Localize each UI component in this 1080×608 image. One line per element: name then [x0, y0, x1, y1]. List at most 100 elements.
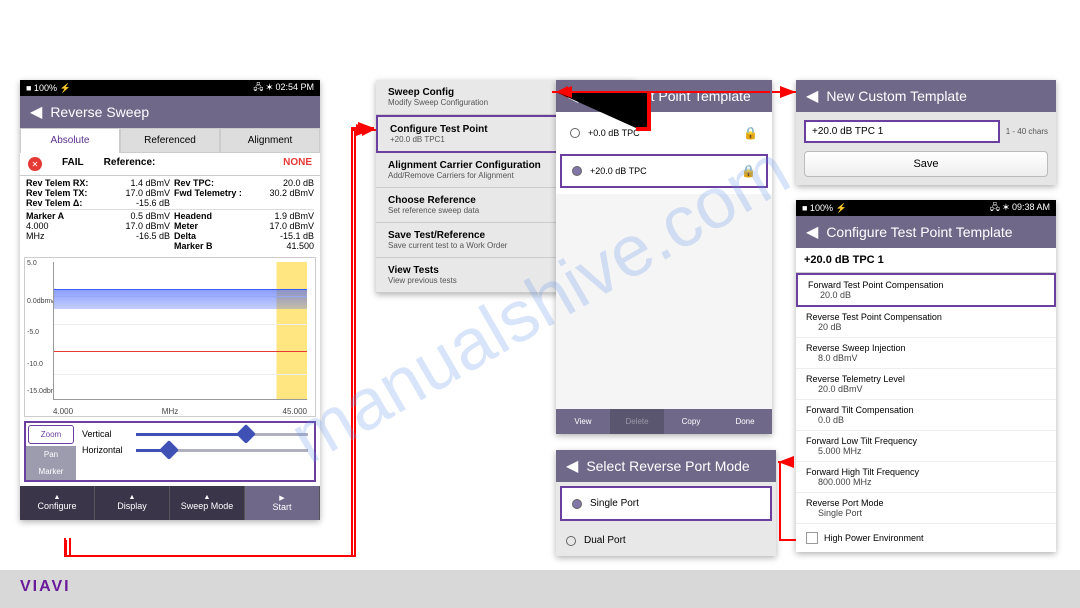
back-icon[interactable]: ◀ [566, 456, 578, 476]
vertical-label: Vertical [82, 429, 130, 439]
footer-bar: VIAVI [0, 570, 1080, 608]
x-tick-0: 4.000 [53, 407, 73, 416]
rev-telem-delta-label: Rev Telem Δ: [26, 198, 115, 208]
template-option-1[interactable]: +20.0 dB TPC 🔒 [560, 154, 768, 188]
vertical-slider[interactable] [136, 433, 308, 436]
cfg-forward-low-tilt-freq[interactable]: Forward Low Tilt Frequency5.000 MHz [796, 431, 1056, 462]
display-button[interactable]: ▲Display [95, 486, 170, 520]
zoom-button[interactable]: Zoom [28, 425, 74, 444]
template-option-0[interactable]: +0.0 dB TPC 🔒 [560, 118, 768, 148]
tab-alignment[interactable]: Alignment [220, 128, 320, 153]
panel-reverse-sweep: ■ 100% ⚡ 🖧 ✶ 02:54 PM ◀ Reverse Sweep Ab… [20, 80, 320, 520]
telemetry-grid: Rev Telem RX: 1.4 dBmV Rev TPC: 20.0 dB … [20, 176, 320, 253]
viavi-logo: VIAVI [20, 578, 71, 595]
rev-telem-delta-value: -15.6 dB [115, 198, 170, 208]
meter-value: 17.0 dBmV [259, 221, 314, 231]
sweep-chart[interactable]: 5.0 0.0dbmv -5.0 -10.0 -15.0dbmv 4.000 M… [24, 257, 316, 417]
save-button[interactable]: Save [804, 151, 1048, 177]
cfg-reverse-tpc[interactable]: Reverse Test Point Compensation20 dB [796, 307, 1056, 338]
delta-label: Delta [170, 231, 259, 241]
marker-a-freq-val: 17.0 dBmV [115, 221, 170, 231]
back-icon[interactable]: ◀ [566, 86, 578, 106]
rev-telem-tx-label: Rev Telem TX: [26, 188, 115, 198]
y-tick-0: 5.0 [27, 260, 37, 267]
titlebar-d: ◀ New Custom Template [796, 80, 1056, 112]
template-name-input[interactable]: +20.0 dB TPC 1 [804, 120, 1000, 143]
copy-button[interactable]: Copy [664, 409, 718, 434]
headend-value: 1.9 dBmV [259, 211, 314, 221]
reference-value: NONE [283, 157, 312, 171]
port-single[interactable]: Single Port [560, 486, 772, 521]
marker-b-freq: 41.500 [242, 241, 314, 251]
char-count: 1 - 40 chars [1006, 127, 1048, 136]
radio-icon [570, 128, 580, 138]
titlebar-c: ◀ Select Test Point Template [556, 80, 772, 112]
status-battery: ■ 100% ⚡ [802, 203, 847, 214]
done-button[interactable]: Done [718, 409, 772, 434]
rev-telem-tx-value: 17.0 dBmV [115, 188, 170, 198]
marker-button[interactable]: Marker [26, 463, 76, 480]
status-battery: ■ 100% ⚡ [26, 83, 71, 94]
back-icon[interactable]: ◀ [30, 102, 42, 122]
radio-icon [572, 499, 582, 509]
panel-configure-template: ■ 100% ⚡ 🖧 ✶ 09:38 AM ◀ Configure Test P… [796, 200, 1056, 552]
title-text: Select Test Point Template [586, 88, 750, 104]
radio-icon [566, 536, 576, 546]
lock-icon: 🔒 [741, 164, 756, 178]
title-text: Configure Test Point Template [826, 224, 1012, 240]
horizontal-slider[interactable] [136, 449, 308, 452]
x-label: MHz [162, 407, 178, 416]
status-time: 🖧 ✶ 02:54 PM [253, 80, 314, 96]
title-text: Select Reverse Port Mode [586, 458, 749, 474]
cfg-reverse-port-mode[interactable]: Reverse Port ModeSingle Port [796, 493, 1056, 524]
headend-label: Headend [170, 211, 259, 221]
tab-referenced[interactable]: Referenced [120, 128, 220, 153]
title-text: Reverse Sweep [50, 104, 149, 120]
lock-icon: 🔒 [743, 126, 758, 140]
action-bar: View Delete Copy Done [556, 409, 772, 434]
gain-value: -16.5 dB [115, 231, 170, 241]
meter-label: Meter [170, 221, 259, 231]
reference-label: Reference: [104, 157, 156, 171]
rev-tpc-label: Rev TPC: [170, 178, 259, 188]
cfg-reverse-telemetry-level[interactable]: Reverse Telemetry Level20.0 dBmV [796, 369, 1056, 400]
status-time: 🖧 ✶ 09:38 AM [990, 200, 1050, 216]
fail-row: ✕ FAIL Reference: NONE [20, 153, 320, 176]
bottom-nav: ▲Configure ▲Display ▲Sweep Mode ▶Start [20, 486, 320, 520]
y-tick-2: -5.0 [27, 329, 39, 336]
marker-a-label: Marker A [26, 211, 115, 221]
port-dual[interactable]: Dual Port [556, 525, 776, 556]
mhz-label: MHz [26, 231, 115, 241]
checkbox-icon[interactable] [806, 532, 818, 544]
tabs: Absolute Referenced Alignment [20, 128, 320, 153]
sweep-mode-button[interactable]: ▲Sweep Mode [170, 486, 245, 520]
pan-button[interactable]: Pan [26, 446, 76, 463]
back-icon[interactable]: ◀ [806, 86, 818, 106]
chart-controls: Zoom Pan Marker Vertical Horizontal [24, 421, 316, 482]
start-button[interactable]: ▶Start [245, 486, 320, 520]
rev-tpc-value: 20.0 dB [259, 178, 314, 188]
cfg-forward-tilt-comp[interactable]: Forward Tilt Compensation0.0 dB [796, 400, 1056, 431]
x-tick-1: 45.000 [283, 407, 307, 416]
panel-reverse-port-mode: ◀ Select Reverse Port Mode Single Port D… [556, 450, 776, 556]
y-tick-3: -10.0 [27, 361, 43, 368]
high-power-checkbox-row[interactable]: High Power Environment [796, 524, 1056, 552]
title-text: New Custom Template [826, 88, 967, 104]
titlebar-e: ◀ Configure Test Point Template [796, 216, 1056, 248]
marker-a-freq: 4.000 [26, 221, 115, 231]
y-tick-1: 0.0dbmv [27, 298, 54, 305]
fail-label: FAIL [62, 157, 84, 171]
marker-a-value: 0.5 dBmV [115, 211, 170, 221]
view-button[interactable]: View [556, 409, 610, 434]
cfg-reverse-sweep-injection[interactable]: Reverse Sweep Injection8.0 dBmV [796, 338, 1056, 369]
panel-select-template: ◀ Select Test Point Template +0.0 dB TPC… [556, 80, 772, 434]
checkbox-label: High Power Environment [824, 533, 924, 543]
titlebar-f: ◀ Select Reverse Port Mode [556, 450, 776, 482]
cfg-forward-high-tilt-freq[interactable]: Forward High Tilt Frequency800.000 MHz [796, 462, 1056, 493]
back-icon[interactable]: ◀ [806, 222, 818, 242]
tab-absolute[interactable]: Absolute [20, 128, 120, 153]
configure-button[interactable]: ▲Configure [20, 486, 95, 520]
cfg-forward-tpc[interactable]: Forward Test Point Compensation20.0 dB [796, 273, 1056, 307]
fail-icon: ✕ [28, 157, 42, 171]
statusbar: ■ 100% ⚡ 🖧 ✶ 02:54 PM [20, 80, 320, 96]
